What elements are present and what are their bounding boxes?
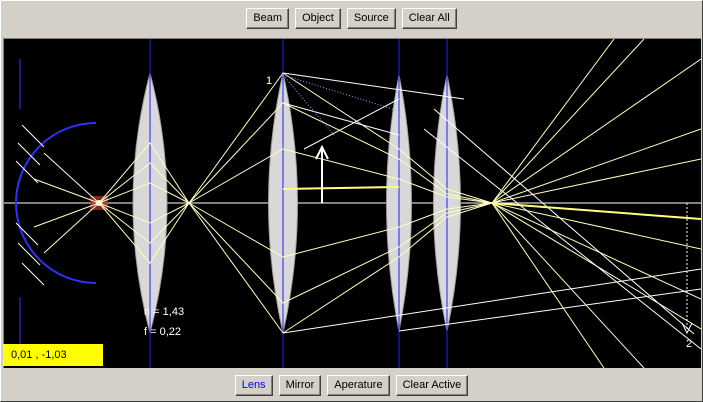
mirror-button[interactable]: Mirror [278,374,322,396]
lens-button[interactable]: Lens [234,374,273,396]
application-window: Beam Object Source Clear All 1 2 n = 1,4… [0,0,703,402]
optics-drawing[interactable]: 1 2 n = 1,43 f = 0,22 [4,39,701,368]
object-arrow[interactable] [315,144,329,203]
object-button[interactable]: Object [295,7,341,29]
coordinate-readout: 0,01 , -1,03 [3,344,103,366]
lens-1[interactable] [132,39,168,368]
bottom-toolbar: Lens Mirror Aperature Clear Active [1,372,702,398]
top-toolbar: Beam Object Source Clear All [1,5,702,31]
image-marker-2 [681,203,693,335]
marker-1-label: 1 [266,75,272,87]
refractive-index-label: n = 1,43 [144,306,184,318]
focal-length-label: f = 0,22 [144,326,181,338]
source-button[interactable]: Source [346,7,396,29]
optics-canvas[interactable]: 1 2 n = 1,43 f = 0,22 [3,38,701,368]
aperture-button[interactable]: Aperature [327,374,390,396]
clear-all-button[interactable]: Clear All [401,7,457,29]
marker-2-label: 2 [686,338,692,350]
clear-active-button[interactable]: Clear Active [395,374,469,396]
beam-button[interactable]: Beam [246,7,290,29]
lens-4[interactable] [433,39,461,368]
